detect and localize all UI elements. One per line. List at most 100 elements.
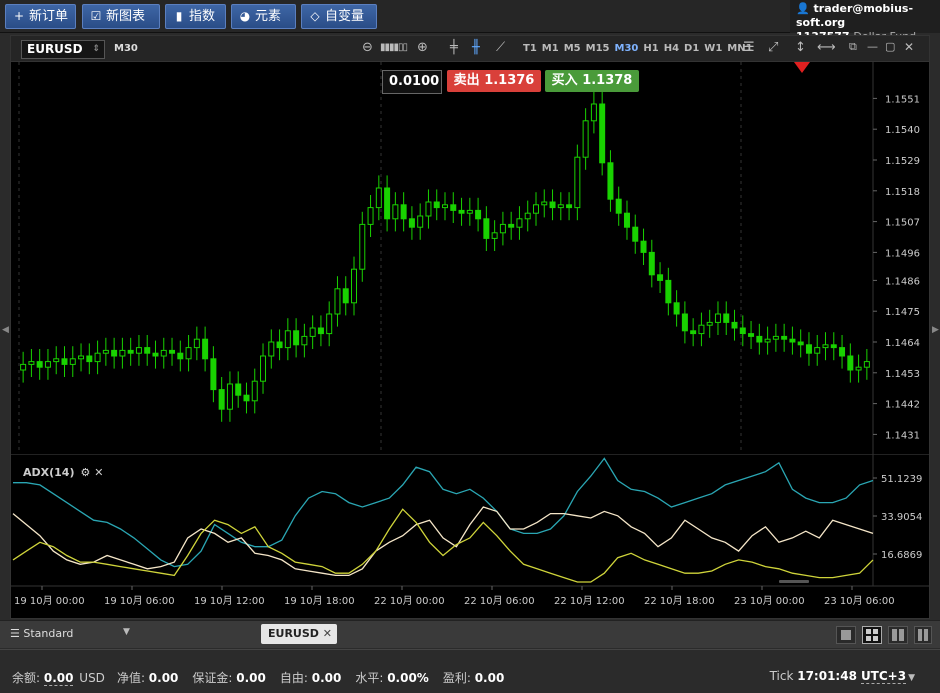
workspace-selector[interactable]: ☰ Standard	[10, 627, 73, 640]
adx-chart[interactable]: 51.1239 33.9054 16.6869 19 10月 00:00 19 10月 …	[11, 454, 929, 618]
fibonacci-icon[interactable]: ☰	[743, 40, 755, 55]
price-chart[interactable]: 1.1551 1.1540 1.1529 1.1518 1.1507 1.1496 1.14…	[11, 62, 929, 454]
time-tick-label: 23 10月 00:00	[734, 595, 805, 607]
maximize-icon[interactable]: ▢	[885, 40, 895, 53]
timezone-selector[interactable]: UTC+3	[860, 669, 907, 684]
candle	[781, 335, 788, 340]
layout-grid-button[interactable]	[862, 626, 882, 644]
candle	[226, 383, 233, 410]
candle	[301, 335, 308, 346]
time-tick-label: 19 10月 12:00	[194, 595, 265, 607]
gear-icon[interactable]: ⚙	[81, 466, 91, 479]
candle	[491, 232, 498, 239]
symbol-selector[interactable]: EURUSD ⇕	[21, 40, 105, 59]
candle	[111, 349, 118, 357]
diamond-icon: ◇	[310, 9, 320, 23]
timeframe-h1[interactable]: H1	[643, 43, 658, 54]
zoom-in-icon[interactable]: ⊕	[417, 40, 428, 55]
candle	[739, 327, 746, 335]
candle	[309, 327, 316, 337]
time-tick-label: 19 10月 00:00	[14, 595, 85, 607]
time-tick-label: 22 10月 18:00	[644, 595, 715, 607]
candle	[36, 361, 43, 368]
candle	[202, 338, 209, 360]
vertical-line-icon[interactable]: ↕	[795, 40, 806, 55]
price-marker-icon	[794, 62, 810, 73]
timeframe-h4[interactable]: H4	[664, 43, 679, 54]
horizontal-scrollbar	[779, 580, 809, 583]
candle	[177, 352, 184, 360]
candle	[425, 201, 432, 217]
candle	[78, 355, 85, 360]
bar-chart-icon: ▮	[175, 9, 183, 23]
popout-icon[interactable]: ⧉	[849, 40, 857, 54]
candle	[375, 187, 382, 209]
candle	[268, 341, 275, 357]
timeframe-t1[interactable]: T1	[523, 43, 537, 54]
candle	[326, 313, 333, 335]
menu-icon: ☰	[10, 627, 20, 640]
new-chart-button[interactable]: ☑ 新图表	[82, 4, 160, 29]
server-time: Tick 17:01:48 UTC+3 ▼	[769, 669, 915, 684]
sell-button[interactable]: 卖出 1.1376	[447, 70, 541, 92]
status-value: 0.00	[311, 671, 342, 685]
buy-button[interactable]: 买入 1.1378	[545, 70, 639, 92]
price-tick-label: 1.1540	[885, 125, 920, 136]
layout-rows-button[interactable]	[914, 626, 932, 644]
timeframe-m5[interactable]: M5	[564, 43, 581, 54]
candle	[532, 204, 539, 214]
time-tick-label: 22 10月 06:00	[464, 595, 535, 607]
horizontal-line-icon[interactable]: ⟷	[817, 40, 836, 55]
timeframe-m30[interactable]: M30	[615, 43, 639, 54]
candle	[351, 268, 358, 304]
close-tab-icon[interactable]: ✕	[323, 624, 332, 644]
candle	[458, 209, 465, 214]
zoom-slider[interactable]: ▮▮▮▮▯▯	[380, 42, 408, 53]
status-item: 净值: 0.00	[117, 671, 180, 685]
chevron-down-icon[interactable]: ▼	[908, 673, 915, 683]
candle	[756, 335, 763, 343]
zoom-out-icon[interactable]: ⊖	[362, 40, 373, 55]
status-label: 保证金:	[192, 671, 237, 685]
candle	[814, 347, 821, 354]
candle	[169, 349, 176, 354]
timeframe-m1[interactable]: M1	[542, 43, 559, 54]
timeframe-m15[interactable]: M15	[586, 43, 610, 54]
bar-type-icon[interactable]: ╪	[450, 40, 458, 55]
remove-indicator-icon[interactable]: ✕	[94, 466, 103, 479]
timeframe-d1[interactable]: D1	[684, 43, 699, 54]
adx-tick-label: 51.1239	[881, 474, 922, 485]
account-info[interactable]: 👤 trader@mobius-soft.org 1137577 Dollar …	[790, 0, 940, 43]
candle	[797, 341, 804, 346]
trendline-icon[interactable]: ⤢	[768, 40, 778, 55]
lot-size-input[interactable]: 0.0100	[382, 70, 442, 94]
status-value: 0.00	[148, 671, 179, 685]
tab-eurusd[interactable]: EURUSD ✕	[261, 624, 337, 644]
timeframe-w1[interactable]: W1	[704, 43, 722, 54]
candle-type-icon[interactable]: ╫	[472, 40, 480, 55]
indicators-button[interactable]: ▮ 指数	[165, 4, 226, 29]
status-label: 水平:	[355, 671, 388, 685]
chevron-down-icon[interactable]: ▼	[123, 627, 130, 637]
line-type-icon[interactable]: ⟋	[496, 40, 505, 55]
status-label: 自由:	[279, 671, 312, 685]
minimize-icon[interactable]: —	[867, 40, 878, 53]
user-icon: 👤	[796, 2, 810, 15]
candle	[400, 204, 407, 220]
new-order-button[interactable]: + 新订单	[5, 4, 76, 29]
candle	[714, 313, 721, 323]
layout-single-button[interactable]	[836, 626, 856, 644]
candle	[260, 355, 267, 382]
candle	[615, 198, 622, 214]
left-panel-toggle-icon[interactable]: ◀	[2, 325, 9, 335]
candle	[706, 321, 713, 326]
right-panel-toggle-icon[interactable]: ▶	[932, 325, 939, 335]
layout-columns-button[interactable]	[888, 626, 908, 644]
candle	[466, 209, 473, 214]
candle	[657, 274, 664, 281]
close-icon[interactable]: ✕	[904, 40, 914, 54]
candle	[119, 349, 126, 357]
status-item: 自由: 0.00	[280, 671, 343, 685]
elements-button[interactable]: ◕ 元素	[231, 4, 296, 29]
custom-variable-button[interactable]: ◇ 自变量	[301, 4, 377, 29]
